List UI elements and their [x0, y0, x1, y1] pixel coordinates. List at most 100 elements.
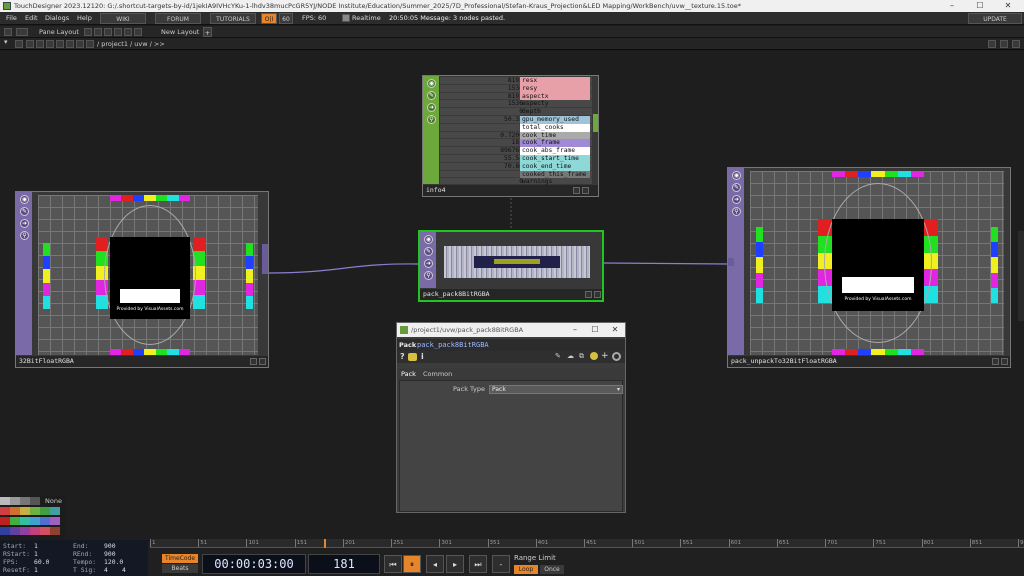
display-icon[interactable]: ➜ — [732, 195, 741, 204]
viewer-toggle-icon[interactable]: ◉ — [20, 195, 29, 204]
dialog-close-button[interactable]: ✕ — [605, 323, 625, 337]
play-button[interactable]: ▸ — [446, 555, 464, 573]
expand-icon[interactable] — [612, 352, 621, 361]
comment-icon[interactable]: ☁ — [567, 352, 574, 360]
operator-name[interactable]: pack_pack8BitRGBA — [417, 339, 489, 351]
palette-swatch[interactable] — [20, 497, 30, 505]
wire-pack-to-unpack[interactable] — [601, 262, 728, 265]
refresh-icon[interactable] — [76, 40, 84, 48]
pause-button[interactable]: ⏸ — [403, 555, 421, 573]
clone-icon[interactable]: ⧉ — [579, 352, 584, 361]
display-icon[interactable]: ➜ — [424, 259, 433, 268]
palette-swatch[interactable] — [50, 527, 60, 535]
output-connector[interactable] — [262, 244, 268, 274]
pack-top-node[interactable]: ◉ ✎ ➜ ⚲ pack_pack8BitRGBA — [418, 230, 604, 302]
menu-dialogs[interactable]: Dialogs — [45, 12, 69, 25]
parent-icon[interactable] — [46, 40, 54, 48]
playhead[interactable] — [323, 539, 326, 548]
palette-swatch[interactable] — [0, 507, 10, 515]
frame-display[interactable]: 181 — [308, 554, 380, 574]
close-pane-icon[interactable] — [1012, 40, 1020, 48]
dialog-title-bar[interactable]: /project1/uvw/pack_pack8BitRGBA – ☐ ✕ — [397, 323, 625, 337]
node-viewer-flag[interactable] — [585, 291, 592, 298]
palette-swatch[interactable] — [30, 507, 40, 515]
layout-4-icon[interactable] — [114, 28, 122, 36]
palette-swatch[interactable] — [40, 517, 50, 525]
bypass-icon[interactable]: ✎ — [424, 247, 433, 256]
network-scrollbar[interactable] — [1018, 231, 1024, 321]
update-button[interactable]: UPDATE — [968, 13, 1022, 24]
unpack-top-node[interactable]: ◉ ✎ ➜ ⚲ Provided by VisualAssets.com pac… — [727, 167, 1011, 368]
edit-icon[interactable]: ✎ — [555, 352, 561, 360]
display-icon[interactable]: ➜ — [427, 103, 436, 112]
python-help-icon[interactable] — [408, 353, 417, 361]
node-viewer-flag[interactable] — [992, 358, 999, 365]
home-icon[interactable] — [15, 40, 23, 48]
layout-6-icon[interactable] — [134, 28, 142, 36]
lock-icon[interactable]: ⚲ — [424, 271, 433, 280]
pane-layout-label[interactable]: Pane Layout — [39, 27, 79, 37]
palette-swatch[interactable] — [10, 497, 20, 505]
network-path[interactable]: / project1 / uvw / >> — [97, 39, 165, 49]
palette-swatch[interactable] — [40, 527, 50, 535]
node-viewer-flag[interactable] — [250, 358, 257, 365]
rend-value[interactable]: 900 — [104, 550, 116, 558]
wiki-button[interactable]: WIKI — [100, 13, 146, 24]
maximize-button[interactable]: ☐ — [966, 0, 994, 12]
layout-5-icon[interactable] — [124, 28, 132, 36]
timecode-display[interactable]: 00:00:03:00 — [202, 554, 306, 574]
layout-1-icon[interactable] — [84, 28, 92, 36]
options-icon[interactable] — [1000, 40, 1008, 48]
minimize-button[interactable]: – — [938, 0, 966, 12]
palette-swatch[interactable] — [40, 507, 50, 515]
add-layout-button[interactable]: + — [203, 27, 212, 37]
star-icon[interactable] — [66, 40, 74, 48]
palette-swatch[interactable] — [10, 517, 20, 525]
forward-icon[interactable] — [36, 40, 44, 48]
lock-icon[interactable]: ⚲ — [20, 231, 29, 240]
resetf-value[interactable]: 1 — [34, 566, 38, 574]
palette-swatch[interactable] — [0, 497, 10, 505]
realtime-checkbox[interactable] — [342, 14, 350, 22]
palette-swatch[interactable] — [10, 527, 20, 535]
close-button[interactable]: ✕ — [994, 0, 1022, 12]
node-label[interactable]: pack_pack8BitRGBA — [420, 289, 602, 300]
node-viewer-flag[interactable] — [573, 187, 580, 194]
palette-swatch[interactable] — [30, 497, 40, 505]
end-value[interactable]: 900 — [104, 542, 116, 550]
pack-type-dropdown[interactable]: Pack ▾ — [489, 385, 623, 394]
palette-swatch[interactable] — [0, 517, 10, 525]
node-cook-flag[interactable] — [259, 358, 266, 365]
minus-button[interactable]: - — [492, 555, 510, 573]
palette-swatch[interactable] — [10, 507, 20, 515]
menu-help[interactable]: Help — [77, 12, 92, 25]
new-layout-label[interactable]: New Layout — [161, 27, 199, 37]
node-label[interactable]: pack_unpackTo32BitFloatRGBA — [728, 356, 1010, 367]
add-param-icon[interactable]: + — [601, 351, 609, 361]
lock-icon[interactable]: ⚲ — [732, 207, 741, 216]
fps-value[interactable]: 60.0 — [34, 558, 49, 566]
layout-3-icon[interactable] — [104, 28, 112, 36]
bookmark-icon[interactable] — [56, 40, 64, 48]
viewer-toggle-icon[interactable]: ◉ — [427, 79, 436, 88]
node-label[interactable]: 32BitFloatRGBA — [16, 356, 268, 367]
pane-menu-icon[interactable] — [4, 28, 12, 36]
layout-2-icon[interactable] — [94, 28, 102, 36]
tsig-numerator[interactable]: 4 — [104, 566, 108, 574]
palette-swatch[interactable] — [50, 507, 60, 515]
viewer-toggle-icon[interactable]: ◉ — [424, 235, 433, 244]
beats-toggle[interactable]: Beats — [162, 564, 198, 573]
palette-swatch[interactable] — [20, 527, 30, 535]
realtime-60-toggle[interactable]: 60 — [279, 13, 293, 24]
python-icon[interactable] — [590, 352, 598, 360]
display-icon[interactable]: ➜ — [20, 219, 29, 228]
forum-button[interactable]: FORUM — [155, 13, 201, 24]
palette-swatch[interactable] — [0, 527, 10, 535]
palette-swatch[interactable] — [30, 527, 40, 535]
loop-button[interactable]: Loop — [514, 565, 538, 574]
help-icon[interactable]: ? — [400, 352, 405, 361]
palette-swatch[interactable] — [50, 517, 60, 525]
input-connector[interactable] — [728, 258, 734, 266]
perform-mode-button[interactable]: O|I — [261, 13, 277, 24]
tutorials-button[interactable]: TUTORIALS — [210, 13, 256, 24]
